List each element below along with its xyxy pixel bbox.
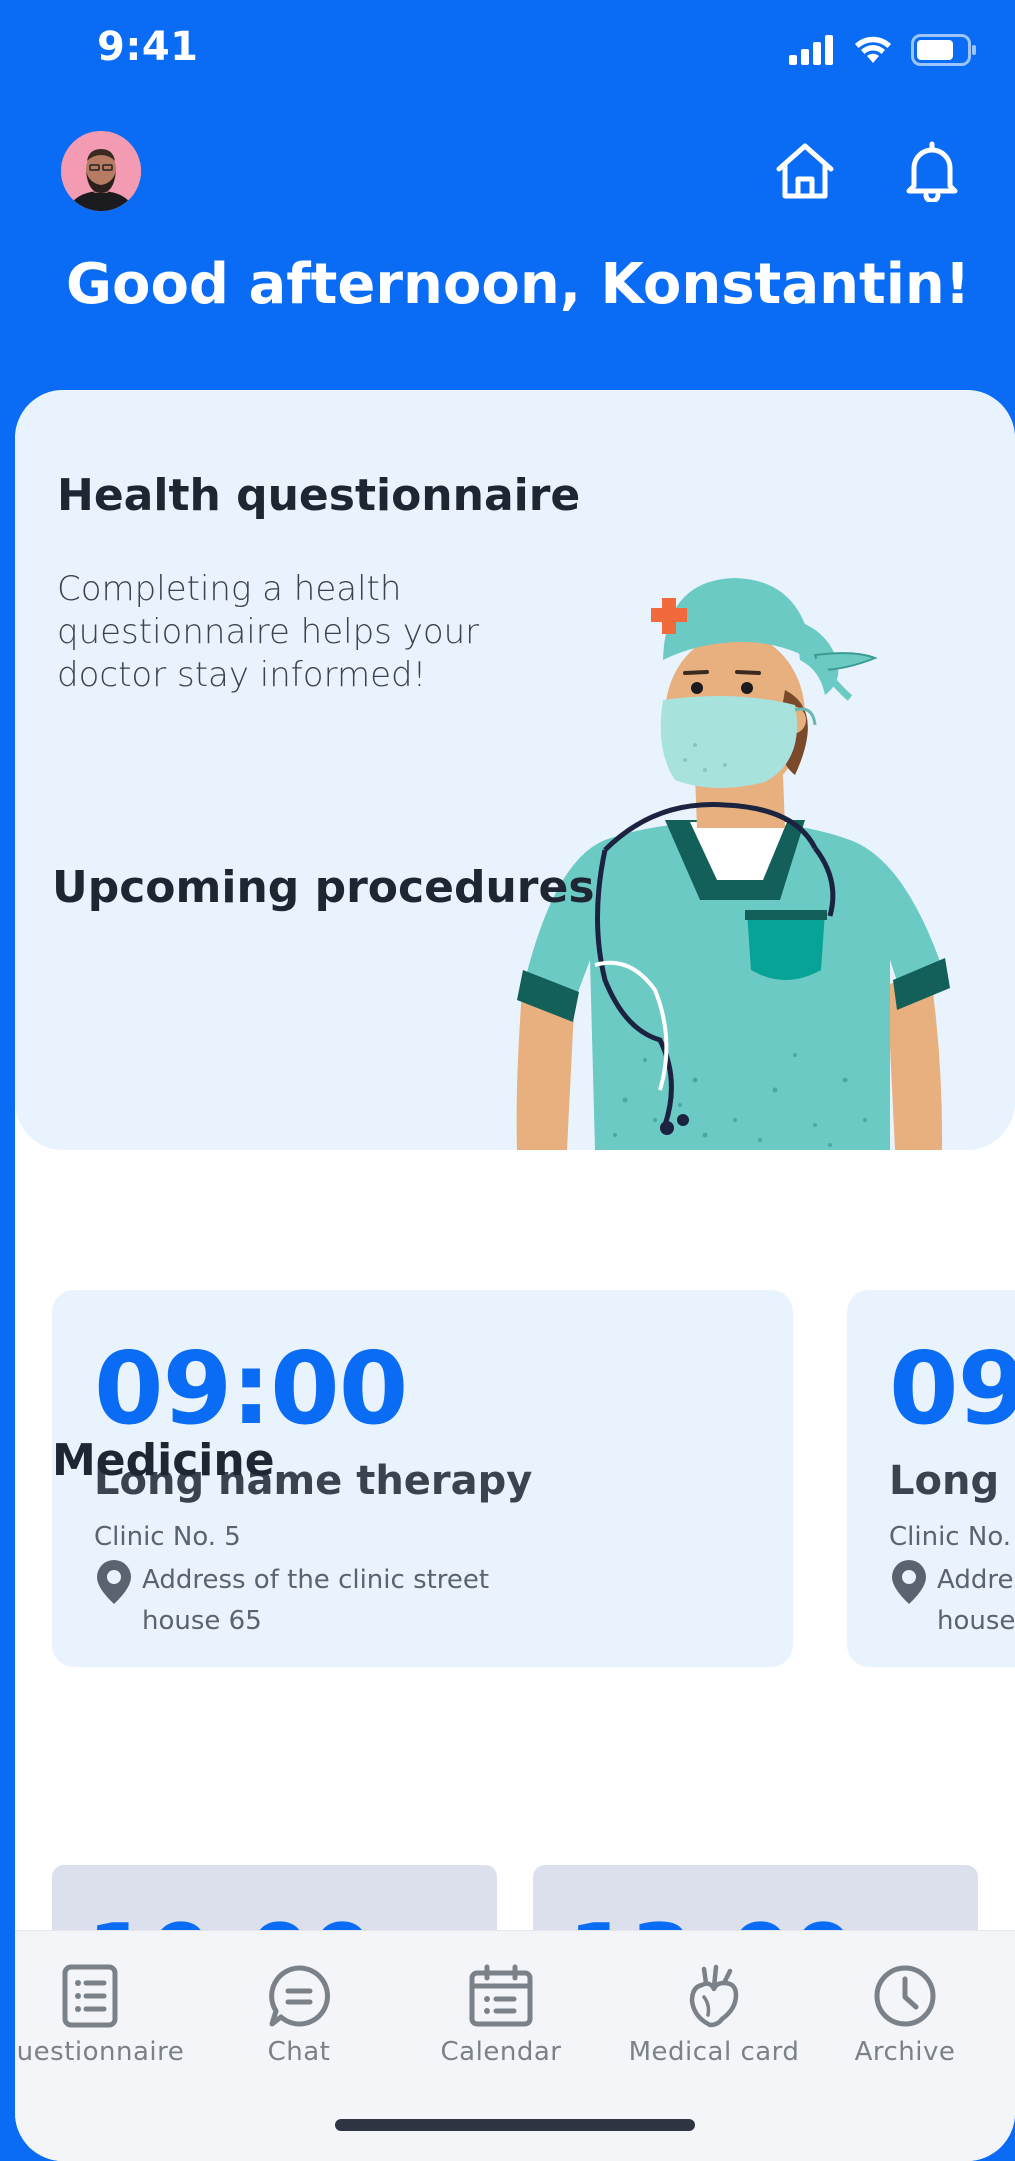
doctor-illustration — [516, 578, 950, 1150]
greeting: Good afternoon, Konstantin! — [66, 252, 971, 317]
procedure-time: 09:00 — [94, 1330, 408, 1447]
location-pin-icon — [892, 1560, 926, 1604]
status-bar: 9:41 — [0, 0, 1015, 100]
tab-questionnaire[interactable]: Questionnaire — [15, 1961, 185, 2067]
tab-label: Questionnaire — [15, 2037, 185, 2067]
procedure-address-line1: Address of the clinic street — [142, 1565, 490, 1595]
tab-calendar[interactable]: Calendar — [406, 1961, 596, 2067]
bell-icon — [906, 141, 958, 202]
health-questionnaire-card[interactable]: Health questionnaire Completing a health… — [15, 390, 1015, 1150]
status-time: 9:41 — [97, 24, 199, 70]
medicine-section-title: Medicine — [52, 1435, 275, 1486]
procedure-name: Long name therapy — [889, 1458, 1015, 1504]
tab-label: Archive — [854, 2037, 956, 2067]
procedures-section-title: Upcoming procedures — [52, 862, 595, 913]
tab-bar: Questionnaire Chat — [15, 1930, 1015, 2161]
avatar-photo — [61, 131, 141, 211]
wifi-icon — [855, 36, 891, 63]
heart-icon — [689, 1964, 739, 2028]
status-icons — [789, 34, 977, 66]
notifications-button[interactable] — [899, 138, 965, 204]
procedure-address-line1: Address of the clinic street — [937, 1565, 1015, 1595]
tab-medical-card[interactable]: Medical card — [619, 1961, 809, 2067]
procedure-address-line2: house 65 — [937, 1606, 1015, 1636]
procedure-address: Address of the clinic street house 65 — [937, 1560, 1015, 1642]
list-icon — [62, 1964, 118, 2028]
chat-icon — [269, 1965, 330, 2027]
tab-label: Chat — [267, 2037, 331, 2067]
procedure-clinic: Clinic No. 5 — [94, 1522, 241, 1552]
procedure-clinic: Clinic No. 5 — [889, 1522, 1015, 1552]
procedure-address: Address of the clinic street house 65 — [142, 1560, 542, 1642]
location-pin-icon — [97, 1560, 131, 1604]
procedure-card[interactable]: 09:00 Long name therapy Clinic No. 5 Add… — [847, 1290, 1015, 1667]
avatar[interactable] — [61, 131, 141, 211]
clock-icon — [874, 1965, 936, 2027]
home-button[interactable] — [772, 138, 838, 204]
signal-icon — [789, 35, 833, 65]
questionnaire-description: Completing a health questionnaire helps … — [57, 569, 480, 695]
tab-archive[interactable]: Archive — [810, 1961, 1000, 2067]
calendar-icon — [469, 1964, 533, 2027]
tab-label: Calendar — [440, 2037, 562, 2067]
battery-icon — [911, 34, 976, 66]
home-indicator — [335, 2119, 695, 2131]
tab-chat[interactable]: Chat — [204, 1961, 394, 2067]
home-icon — [776, 143, 834, 199]
procedure-address-line2: house 65 — [142, 1606, 262, 1636]
questionnaire-title: Health questionnaire — [57, 470, 581, 521]
procedure-time: 09:00 — [889, 1330, 1015, 1447]
tab-label: Medical card — [628, 2037, 800, 2067]
main-content: Health questionnaire Completing a health… — [15, 390, 1015, 2161]
